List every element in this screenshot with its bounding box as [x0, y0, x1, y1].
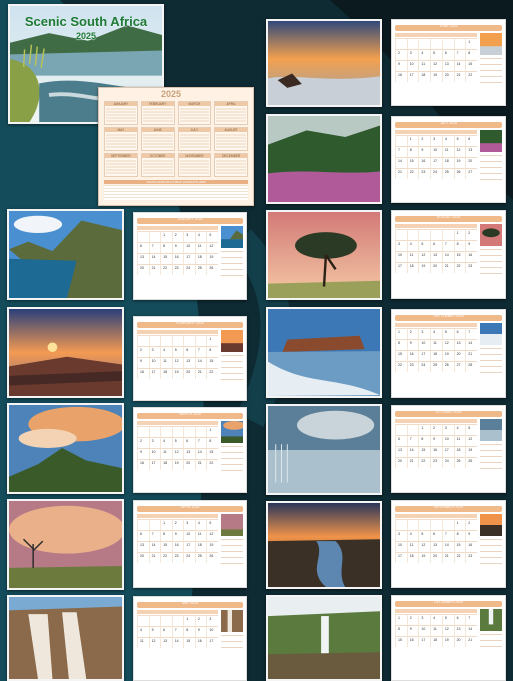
photo-february — [7, 307, 124, 398]
calendar-page-december: DECEMBER 2025 1 2 3 4 5 6 7 8 9 10 11 12 13 14 15 16 17 1… — [391, 595, 506, 681]
mini-month: OCTOBER — [140, 153, 175, 177]
thumbnail-image — [221, 610, 243, 632]
month-heading: AUGUST 2025 — [436, 215, 461, 219]
mini-month: JUNE — [140, 127, 175, 151]
mini-month-label: SEPTEMBER — [105, 154, 137, 158]
photo-april — [7, 499, 124, 590]
thumbnail-image — [221, 330, 243, 352]
calendar-page-june: JUNE 2025 1 2 3 4 5 6 7 8 9 10 11 12 13 14 15 16 17 18 19 2… — [391, 19, 506, 106]
photo-june — [266, 19, 382, 107]
mountain-clouds-image — [9, 405, 122, 492]
calendar-page-august: AUGUST 2025 1 2 3 4 5 6 7 8 9 10 11 12 13 14 15 16 17 18 1… — [391, 210, 506, 299]
month-heading: DECEMBER 2025 — [434, 600, 463, 604]
thumbnail-image — [480, 130, 502, 152]
tidal-pool-reflection-image — [268, 406, 380, 493]
photo-january — [7, 209, 124, 300]
photo-may — [7, 595, 124, 681]
coastal-mountains-image — [9, 211, 122, 298]
mini-month: NOVEMBER — [177, 153, 212, 177]
sea-rocks-sunset-image — [268, 21, 380, 105]
forest-waterfall-image — [268, 597, 380, 679]
calendar-page-january: JANUARY 2025 1 2 3 4 5 6 7 8 9 10 11 12 13 14 15 16 17 18… — [133, 212, 247, 300]
month-heading: MARCH 2025 — [179, 412, 201, 416]
calendar-page-july: JULY 2025 1 2 3 4 5 6 7 8 9 10 11 12 13 14 15 16 17 18 19 2… — [391, 116, 506, 203]
sunset-rocks-image — [9, 309, 122, 396]
thumbnail-image — [480, 419, 502, 441]
year-month-grid: JANUARY FEBRUARY MARCH APRIL MAY JUNE JU… — [104, 101, 248, 177]
calendar-page-april: APRIL 2025 1 2 3 4 5 6 7 8 9 10 11 12 13 14 15 16 17 18 19… — [133, 500, 247, 588]
mini-month: FEBRUARY — [140, 101, 175, 125]
thumbnail-image — [480, 514, 502, 536]
photo-september — [266, 307, 382, 398]
month-heading: NOVEMBER 2025 — [434, 505, 463, 509]
mini-month: DECEMBER — [214, 153, 248, 177]
month-heading: FEBRUARY 2025 — [176, 321, 204, 325]
calendar-page-may: MAY 2025 1 2 3 4 5 6 7 8 9 10 11 12 13 14 15 16 17 — [133, 596, 247, 681]
mini-month-label: NOVEMBER — [178, 154, 211, 158]
mini-month-label: OCTOBER — [141, 154, 174, 158]
mini-month-label: MAY — [105, 128, 137, 132]
photo-november — [266, 501, 382, 589]
mini-month-label: AUGUST — [215, 128, 247, 132]
river-sunset-image — [268, 503, 380, 587]
public-holidays-title: SOUTH AFRICAN PUBLIC HOLIDAYS 2025 — [104, 180, 248, 184]
mini-month-label: JUNE — [141, 128, 174, 132]
thumbnail-image — [480, 609, 502, 631]
calendar-page-september: SEPTEMBER 2025 1 2 3 4 5 6 7 8 9 10 11 12 13 14 15 16 17… — [391, 309, 506, 398]
photo-october — [266, 404, 382, 495]
month-heading: JUNE 2025 — [439, 24, 458, 28]
month-heading: MAY 2025 — [181, 601, 199, 605]
month-heading: SEPTEMBER 2025 — [433, 314, 464, 318]
mini-month: JULY — [177, 127, 212, 151]
month-heading: APRIL 2025 — [180, 505, 200, 509]
month-heading: JANUARY 2025 — [177, 217, 203, 221]
photo-december — [266, 595, 382, 681]
hole-in-the-wall-image — [268, 309, 380, 396]
month-heading: OCTOBER 2025 — [435, 410, 462, 414]
mini-month: AUGUST — [214, 127, 248, 151]
acacia-tree-sunset-image — [268, 212, 380, 298]
thumbnail-image — [221, 226, 243, 248]
mini-month-label: MARCH — [178, 102, 211, 106]
mini-month-label: JULY — [178, 128, 211, 132]
calendar-page-november: NOVEMBER 2025 1 2 3 4 5 6 7 8 9 10 11 12 13 14 15 16 17 1… — [391, 500, 506, 588]
month-heading: JULY 2025 — [440, 121, 457, 125]
cover-title: Scenic South Africa — [24, 14, 148, 29]
mini-month: MAY — [104, 127, 138, 151]
calendar-page-october: OCTOBER 2025 1 2 3 4 5 6 7 8 9 10 11 12 13 14 15 16 17 18… — [391, 405, 506, 493]
calendar-page-march: MARCH 2025 1 2 3 4 5 6 7 8 9 10 11 12 13 14 15 16 17 18 19… — [133, 407, 247, 493]
thumbnail-image — [221, 514, 243, 536]
photo-march — [7, 403, 124, 494]
photo-july — [266, 114, 382, 204]
mini-month: SEPTEMBER — [104, 153, 138, 177]
mini-month: MARCH — [177, 101, 212, 125]
public-holidays-box: SOUTH AFRICAN PUBLIC HOLIDAYS 2025 — [104, 180, 248, 202]
lone-tree-sunset-image — [9, 501, 122, 588]
year-overview-sheet: 2025 JANUARY FEBRUARY MARCH APRIL MAY JU… — [98, 87, 254, 206]
cover-year: 2025 — [75, 31, 97, 41]
mini-month-label: FEBRUARY — [141, 102, 174, 106]
mini-month: JANUARY — [104, 101, 138, 125]
thumbnail-image — [221, 421, 243, 443]
thumbnail-image — [480, 224, 502, 246]
photo-august — [266, 210, 382, 300]
mini-month-label: APRIL — [215, 102, 247, 106]
green-valley-flowers-image — [268, 116, 380, 202]
mini-month: APRIL — [214, 101, 248, 125]
mini-month-label: DECEMBER — [215, 154, 247, 158]
year-overview-title: 2025 — [161, 89, 182, 99]
thumbnail-image — [480, 33, 502, 55]
mini-month-label: JANUARY — [105, 102, 137, 106]
thumbnail-image — [480, 323, 502, 345]
calendar-page-february: FEBRUARY 2025 1 2 3 4 5 6 7 8 9 10 11 12 13 14 15 16 17 1… — [133, 316, 247, 401]
waterfall-image — [9, 597, 122, 679]
